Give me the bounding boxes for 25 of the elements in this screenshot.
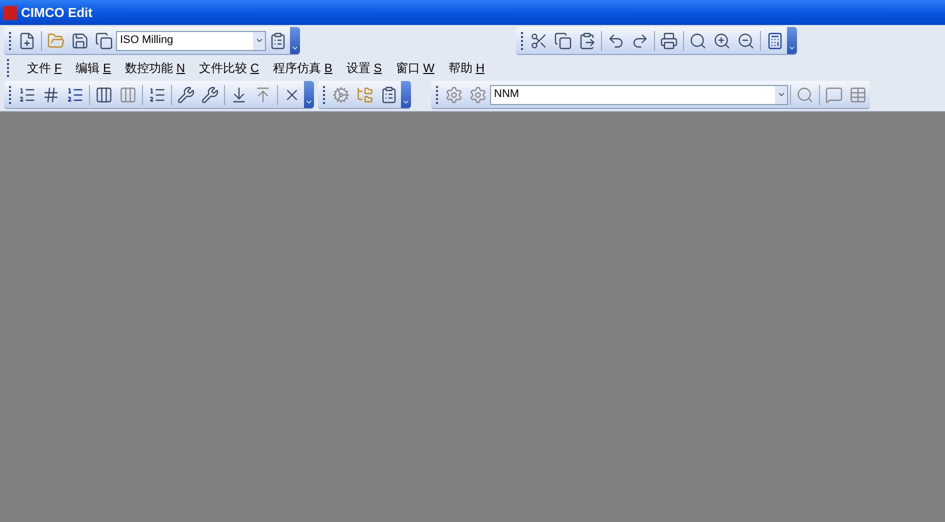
toolbar-grip-icon[interactable] [9,86,12,104]
menu-item[interactable]: 设置 S [346,59,382,77]
menu-item[interactable]: 窗口 W [396,59,434,77]
window-title: CIMCO Edit [21,4,92,22]
toolbar-grip-icon[interactable] [9,32,12,50]
menu-item[interactable]: 帮助 H [448,59,484,77]
caret-icon [402,98,410,106]
toolbar-overflow-button[interactable] [304,81,314,108]
menu-item[interactable]: 文件 F [27,59,62,77]
menu-item[interactable]: 编辑 E [76,59,112,77]
search-combo[interactable]: NNM [490,84,788,104]
toolbar-grip-icon[interactable] [7,59,10,77]
toolbar-grip-icon[interactable] [436,86,439,104]
app-icon [3,6,17,20]
combo-value: ISO Milling [119,33,174,48]
combo-value: NNM [493,87,520,102]
toolbar-grip-icon[interactable] [323,86,326,104]
caret-icon [788,44,796,52]
toolbar-grip-icon[interactable] [521,32,524,50]
menu-item[interactable]: 数控功能 N [125,59,186,77]
menu-item[interactable]: 程序仿真 B [273,59,332,77]
menu-item[interactable]: 文件比较 C [199,59,260,77]
caret-icon [305,98,313,106]
machine-combo[interactable]: ISO Milling [116,30,266,50]
caret-icon [291,44,299,52]
